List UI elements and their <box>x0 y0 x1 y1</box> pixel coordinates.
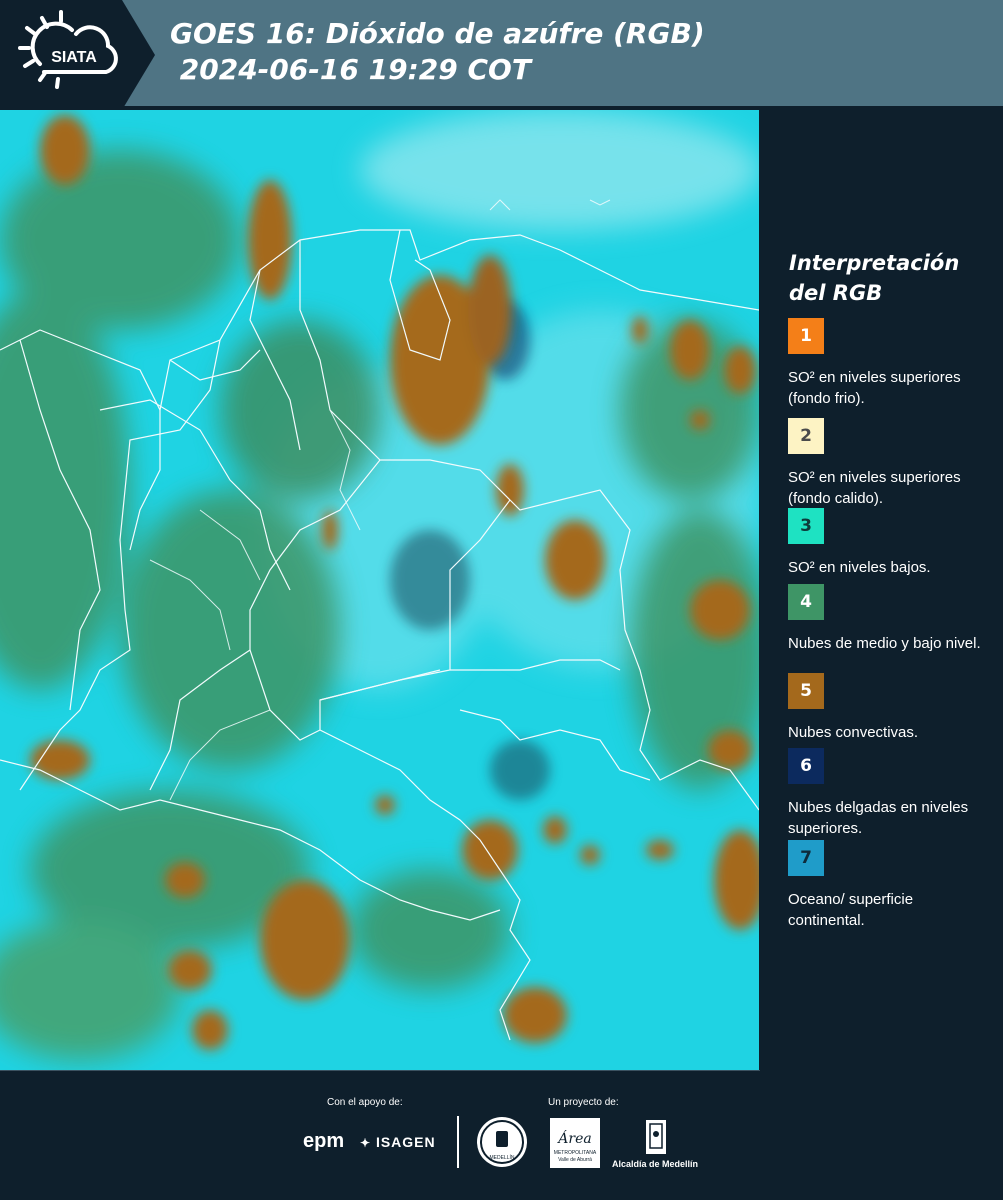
legend-label: SO² en niveles superiores (fondo calido)… <box>788 469 961 507</box>
svg-text:METROPOLITANA: METROPOLITANA <box>554 1150 597 1156</box>
footer-divider <box>0 1070 760 1071</box>
page-title: GOES 16: Dióxido de azúfre (RGB) 2024-06… <box>170 16 705 88</box>
svg-text:Valle de Aburrá: Valle de Aburrá <box>558 1157 592 1163</box>
epm-logo: epm <box>303 1130 344 1153</box>
svg-text:Área: Área <box>556 1129 591 1147</box>
legend-swatch: 5 <box>788 673 824 709</box>
support-label: Con el apoyo de: <box>327 1097 403 1108</box>
epm-logo-text: epm <box>303 1130 345 1152</box>
legend-title: Interpretación del RGB <box>789 251 960 305</box>
siata-logo: SIATA <box>0 0 155 110</box>
legend-label: Nubes delgadas en niveles superiores. <box>788 799 969 837</box>
isagen-icon: ✦ <box>360 1136 372 1150</box>
project-label: Un proyecto de: <box>548 1097 619 1108</box>
legend-label: Nubes de medio y bajo nivel. <box>788 635 981 652</box>
alcaldia-crest-logo <box>644 1118 668 1156</box>
legend-swatch: 7 <box>788 840 824 876</box>
isagen-logo-text: ISAGEN <box>375 1134 436 1150</box>
legend-item-6: 6 Nubes delgadas en niveles superiores. <box>788 748 993 839</box>
legend-swatch: 1 <box>788 318 824 354</box>
legend-label: SO² en niveles superiores (fondo frio). <box>788 369 961 407</box>
footer-separator <box>457 1116 459 1168</box>
alcaldia-label: Alcaldía de Medellín <box>612 1159 699 1169</box>
isagen-logo: ✦ ISAGEN <box>360 1134 436 1150</box>
legend-swatch: 2 <box>788 418 824 454</box>
legend-label: Oceano/ superficie continental. <box>788 891 914 929</box>
title-line-1: GOES 16: Dióxido de azúfre (RGB) <box>170 17 705 50</box>
legend-item-1: 1 SO² en niveles superiores (fondo frio). <box>788 318 993 409</box>
area-metropolitana-logo: Área METROPOLITANA Valle de Aburrá <box>550 1118 600 1168</box>
logo-text: SIATA <box>51 49 97 66</box>
title-line-2: 2024-06-16 19:29 COT <box>170 53 531 86</box>
header: SIATA GOES 16: Dióxido de azúfre (RGB) 2… <box>0 0 1003 110</box>
legend-swatch: 6 <box>788 748 824 784</box>
legend-item-2: 2 SO² en niveles superiores (fondo calido… <box>788 418 993 509</box>
legend-item-4: 4 Nubes de medio y bajo nivel. <box>788 584 993 675</box>
satellite-map[interactable] <box>0 110 759 1070</box>
legend-item-7: 7 Oceano/ superficie continental. <box>788 840 993 931</box>
legend-swatch: 4 <box>788 584 824 620</box>
medellin-seal-logo: MEDELLÍN <box>477 1117 527 1167</box>
footer: Con el apoyo de: Un proyecto de: epm ✦ I… <box>0 1070 1003 1200</box>
svg-text:MEDELLÍN: MEDELLÍN <box>489 1154 514 1161</box>
legend-swatch: 3 <box>788 508 824 544</box>
legend-panel: Interpretación del RGB 1 SO² en niveles s… <box>759 110 1003 1070</box>
